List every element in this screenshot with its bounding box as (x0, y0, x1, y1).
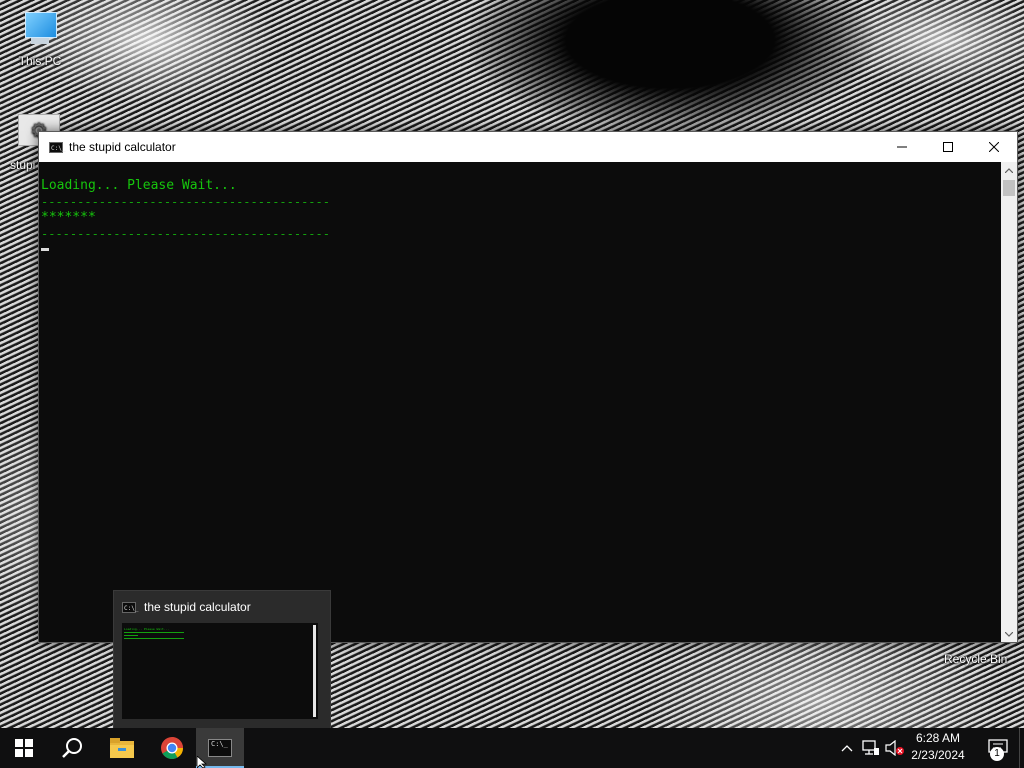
network-icon (862, 740, 879, 755)
show-hidden-icons-button[interactable] (838, 728, 856, 768)
window-title: the stupid calculator (69, 140, 176, 154)
preview-header: C:\_ the stupid calculator (122, 599, 251, 615)
computer-icon (21, 8, 59, 50)
console-line: ---------------------------------------- (41, 227, 330, 241)
console-output[interactable]: Loading... Please Wait... --------------… (39, 162, 1001, 642)
preview-title: the stupid calculator (144, 600, 251, 614)
mouse-pointer-icon (197, 756, 208, 768)
windows-icon (15, 739, 33, 757)
console-window[interactable]: C:\_ the stupid calculator Loading... Pl… (38, 131, 1018, 643)
volume-button[interactable] (884, 728, 906, 768)
chrome-icon (161, 737, 183, 759)
console-line: ******* (41, 210, 96, 225)
search-icon (62, 738, 82, 758)
console-icon: C:\_ (49, 141, 65, 153)
chrome-button[interactable] (148, 728, 196, 768)
close-button[interactable] (971, 132, 1017, 162)
console-icon: C:\_ (122, 601, 138, 613)
preview-thumb-line (124, 635, 138, 636)
maximize-icon (943, 142, 953, 152)
vertical-scrollbar[interactable] (1001, 162, 1017, 642)
volume-muted-icon (885, 740, 904, 756)
clock[interactable]: 6:28 AM 2/23/2024 (908, 730, 968, 766)
search-button[interactable] (48, 728, 96, 768)
desktop-icon-label: This PC (18, 54, 62, 68)
wallpaper-shadow (470, 0, 900, 140)
clock-time: 6:28 AM (915, 731, 961, 745)
network-button[interactable] (860, 728, 882, 768)
chevron-down-icon (1005, 631, 1013, 637)
text-cursor (41, 248, 49, 251)
preview-thumb-line (124, 632, 184, 633)
clock-date: 2/23/2024 (911, 748, 965, 762)
title-bar[interactable]: C:\_ the stupid calculator (39, 132, 1017, 162)
scroll-thumb[interactable] (1003, 180, 1015, 196)
folder-icon (110, 738, 134, 758)
scroll-down-button[interactable] (1001, 626, 1017, 642)
maximize-button[interactable] (925, 132, 971, 162)
minimize-icon (897, 146, 907, 148)
taskbar-preview[interactable]: C:\_ the stupid calculator Loading... Pl… (113, 590, 331, 730)
console-icon: C:\_ (208, 739, 232, 757)
desktop-icon-label: stupi (10, 158, 36, 172)
chevron-up-icon (1005, 167, 1013, 173)
desktop-icon-recycle-bin[interactable]: Recycle Bin (944, 652, 1007, 666)
desktop-icon-this-pc[interactable]: This PC (8, 8, 72, 68)
start-button[interactable] (0, 728, 48, 768)
minimize-button[interactable] (879, 132, 925, 162)
notification-badge: 1 (990, 747, 1004, 761)
scroll-up-button[interactable] (1001, 162, 1017, 178)
close-icon (989, 142, 999, 152)
show-desktop-button[interactable] (1019, 728, 1024, 768)
window-controls (879, 132, 1017, 162)
preview-thumb-text: Loading... Please Wait... (124, 627, 170, 631)
chevron-up-icon (841, 745, 853, 752)
console-line: Loading... Please Wait... (41, 178, 237, 193)
preview-thumb-scrollbar (313, 625, 316, 717)
file-explorer-button[interactable] (98, 728, 146, 768)
console-line: ---------------------------------------- (41, 195, 330, 209)
preview-thumbnail[interactable]: Loading... Please Wait... (122, 623, 318, 719)
preview-thumb-line (124, 638, 184, 639)
taskbar: C:\_ 6:28 AM 2/23/2024 (0, 728, 1024, 768)
